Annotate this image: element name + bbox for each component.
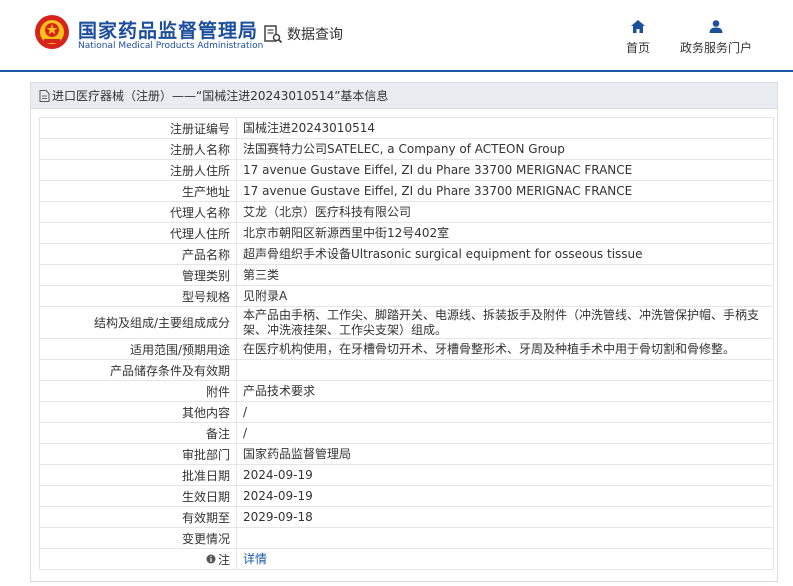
row-label: 变更情况 <box>39 527 237 549</box>
table-row: 代理人住所 北京市朝阳区新源西里中街12号402室 <box>39 222 774 244</box>
national-emblem-icon <box>35 15 69 49</box>
brand-title: 国家药品监督管理局 <box>78 20 259 42</box>
table-row: 备注 / <box>39 422 774 444</box>
info-icon <box>206 554 216 564</box>
row-label: 代理人住所 <box>39 222 237 244</box>
card-title: 进口医疗器械（注册）——“国械注进20243010514”基本信息 <box>52 89 389 103</box>
document-icon <box>39 89 50 102</box>
table-row: 注册证编号 国械注进20243010514 <box>39 117 774 139</box>
row-value: / <box>236 422 774 444</box>
row-value: 2029-09-18 <box>236 506 774 528</box>
table-row: 注册人名称 法国赛特力公司SATELEC, a Company of ACTEON… <box>39 138 774 160</box>
row-value: 艾龙（北京）医疗科技有限公司 <box>236 201 774 223</box>
row-label: 管理类别 <box>39 264 237 286</box>
note-label: 注 <box>217 552 230 567</box>
nav-service-portal[interactable]: 政务服务门户 <box>680 20 752 56</box>
row-value: 超声骨组织手术设备Ultrasonic surgical equipment f… <box>236 243 774 265</box>
table-row: 批准日期 2024-09-19 <box>39 464 774 486</box>
row-label: 生产地址 <box>39 180 237 202</box>
row-label: 型号规格 <box>39 285 237 307</box>
row-label: 结构及组成/主要组成成分 <box>39 306 237 339</box>
table-row: 结构及组成/主要组成成分 本产品由手柄、工作尖、脚踏开关、电源线、拆装扳手及附件（… <box>39 306 774 339</box>
row-label: 批准日期 <box>39 464 237 486</box>
detail-card: 进口医疗器械（注册）——“国械注进20243010514”基本信息 注册证编号国… <box>30 82 778 582</box>
table-row: 适用范围/预期用途 在医疗机构使用，在牙槽骨切开术、牙槽骨整形术、牙周及种植手术中… <box>39 338 774 360</box>
user-icon <box>709 20 723 33</box>
row-label: 适用范围/预期用途 <box>39 338 237 360</box>
row-label: 附件 <box>39 380 237 402</box>
row-label: 注册人住所 <box>39 159 237 181</box>
row-value: / <box>236 401 774 423</box>
row-label: 审批部门 <box>39 443 237 465</box>
detail-table: 注册证编号 国械注进20243010514 注册人名称 法国赛特力公司SATELEC,… <box>39 117 774 570</box>
row-value: 17 avenue Gustave Eiffel, ZI du Phare 33… <box>236 159 774 181</box>
table-row: 代理人名称 艾龙（北京）医疗科技有限公司 <box>39 201 774 223</box>
document-search-icon <box>264 25 283 44</box>
row-value: 北京市朝阳区新源西里中街12号402室 <box>236 222 774 244</box>
table-row: 管理类别 第三类 <box>39 264 774 286</box>
row-label: 产品名称 <box>39 243 237 265</box>
table-row: 产品名称 超声骨组织手术设备Ultrasonic surgical equipme… <box>39 243 774 265</box>
row-value: 在医疗机构使用，在牙槽骨切开术、牙槽骨整形术、牙周及种植手术中用于骨切割和骨修整… <box>236 338 774 360</box>
row-value: 详情 <box>236 548 774 570</box>
row-value: 17 avenue Gustave Eiffel, ZI du Phare 33… <box>236 180 774 202</box>
table-row: 生产地址 17 avenue Gustave Eiffel, ZI du Phar… <box>39 180 774 202</box>
row-value: 第三类 <box>236 264 774 286</box>
table-row: 变更情况 <box>39 527 774 549</box>
details-link[interactable]: 详情 <box>243 552 267 566</box>
table-row: 生效日期 2024-09-19 <box>39 485 774 507</box>
home-icon <box>631 20 645 33</box>
table-row: 注册人住所 17 avenue Gustave Eiffel, ZI du Pha… <box>39 159 774 181</box>
row-value: 2024-09-19 <box>236 464 774 486</box>
nav-service-portal-label: 政务服务门户 <box>680 41 753 55</box>
data-query-label: 数据查询 <box>287 27 343 43</box>
row-label: 有效期至 <box>39 506 237 528</box>
row-label: 注 <box>39 548 237 570</box>
row-value: 国家药品监督管理局 <box>236 443 774 465</box>
row-value: 法国赛特力公司SATELEC, a Company of ACTEON Grou… <box>236 138 774 160</box>
brand-subtitle: National Medical Products Administration <box>78 41 264 51</box>
row-label: 其他内容 <box>39 401 237 423</box>
row-label: 产品储存条件及有效期 <box>39 359 237 381</box>
table-row: 型号规格 见附录A <box>39 285 774 307</box>
row-value: 2024-09-19 <box>236 485 774 507</box>
row-value <box>236 359 774 381</box>
row-value: 产品技术要求 <box>236 380 774 402</box>
table-row: 附件 产品技术要求 <box>39 380 774 402</box>
nav-home[interactable]: 首页 <box>626 20 650 56</box>
table-row: 产品储存条件及有效期 <box>39 359 774 381</box>
data-query-link[interactable]: 数据查询 <box>263 24 343 44</box>
row-label: 备注 <box>39 422 237 444</box>
row-label: 代理人名称 <box>39 201 237 223</box>
card-title-bar: 进口医疗器械（注册）——“国械注进20243010514”基本信息 <box>31 83 777 109</box>
row-value: 国械注进20243010514 <box>236 117 774 139</box>
nav-home-label: 首页 <box>626 41 651 55</box>
table-row: 注 详情 <box>39 548 774 570</box>
site-header: 国家药品监督管理局 National Medical Products Admi… <box>0 0 793 72</box>
row-label: 注册人名称 <box>39 138 237 160</box>
row-label: 注册证编号 <box>39 117 237 139</box>
row-label: 生效日期 <box>39 485 237 507</box>
table-row: 审批部门 国家药品监督管理局 <box>39 443 774 465</box>
row-value: 本产品由手柄、工作尖、脚踏开关、电源线、拆装扳手及附件（冲洗管线、冲洗管保护帽、… <box>236 306 774 339</box>
table-row: 有效期至 2029-09-18 <box>39 506 774 528</box>
row-value <box>236 527 774 549</box>
row-value: 见附录A <box>236 285 774 307</box>
table-row: 其他内容 / <box>39 401 774 423</box>
